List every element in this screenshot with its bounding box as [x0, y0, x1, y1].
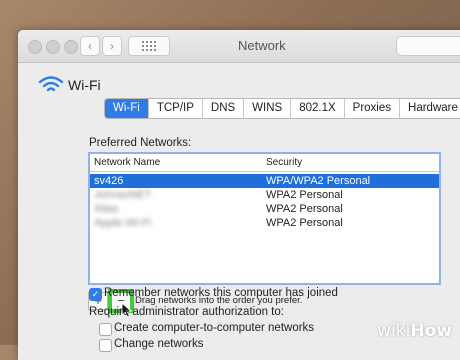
watermark-wiki: wiki — [377, 321, 411, 341]
network-name: JohnsoNET — [94, 189, 152, 201]
table-row[interactable]: Apple-Wi-Fi WPA2 Personal — [90, 216, 439, 230]
network-security: WPA2 Personal — [266, 203, 343, 215]
forward-button[interactable]: › — [102, 36, 122, 56]
minimize-window-button[interactable] — [46, 40, 60, 54]
tab-8021x[interactable]: 802.1X — [291, 99, 345, 118]
network-security: WPA2 Personal — [266, 217, 343, 229]
tab-dns[interactable]: DNS — [203, 99, 245, 118]
require-admin-label: Require administrator authorization to: — [89, 306, 284, 318]
network-name: Atlas — [94, 203, 119, 215]
wifi-icon — [38, 76, 64, 92]
tab-wins[interactable]: WINS — [244, 99, 292, 118]
tab-hardware[interactable]: Hardware — [400, 99, 460, 118]
tab-proxies[interactable]: Proxies — [345, 99, 401, 118]
close-window-button[interactable] — [28, 40, 42, 54]
column-security[interactable]: Security — [266, 154, 302, 171]
table-header: Network Name Security — [90, 154, 439, 172]
back-button[interactable]: ‹ — [80, 36, 100, 56]
change-networks-checkbox[interactable] — [99, 339, 112, 352]
window-title: Network — [238, 38, 286, 53]
watermark-how: How — [410, 321, 452, 341]
table-row[interactable]: sv426 WPA/WPA2 Personal — [90, 174, 439, 188]
preferred-networks-table[interactable]: Network Name Security sv426 WPA/WPA2 Per… — [88, 152, 441, 285]
column-network-name[interactable]: Network Name — [94, 154, 160, 171]
network-name: Apple-Wi-Fi — [94, 217, 152, 229]
tab-bar: Wi-Fi TCP/IP DNS WINS 802.1X Proxies Har… — [104, 98, 460, 119]
tab-wifi[interactable]: Wi-Fi — [105, 99, 149, 118]
table-row[interactable]: JohnsoNET WPA2 Personal — [90, 188, 439, 202]
network-name: sv426 — [94, 175, 124, 187]
title-bar: ‹ › Network — [18, 30, 460, 63]
remember-networks-label: Remember networks this computer has join… — [104, 287, 338, 299]
network-security: WPA2 Personal — [266, 189, 343, 201]
create-networks-checkbox[interactable] — [99, 323, 112, 336]
wikihow-watermark: wikiHow — [377, 321, 452, 341]
table-row[interactable]: Atlas WPA2 Personal — [90, 202, 439, 216]
network-window: ‹ › Network Wi-Fi Wi-Fi TCP/IP DNS WINS … — [18, 30, 460, 360]
network-security: WPA/WPA2 Personal — [266, 175, 371, 187]
service-name: Wi-Fi — [68, 77, 101, 93]
search-input[interactable] — [396, 36, 460, 56]
preferred-networks-label: Preferred Networks: — [89, 137, 192, 149]
zoom-window-button[interactable] — [64, 40, 78, 54]
show-all-grid-button[interactable] — [128, 36, 170, 56]
create-networks-label: Create computer-to-computer networks — [114, 322, 315, 334]
change-networks-label: Change networks — [114, 338, 204, 350]
remember-networks-checkbox[interactable]: ✓ — [89, 288, 102, 301]
grid-icon — [142, 41, 156, 51]
tab-tcpip[interactable]: TCP/IP — [149, 99, 203, 118]
